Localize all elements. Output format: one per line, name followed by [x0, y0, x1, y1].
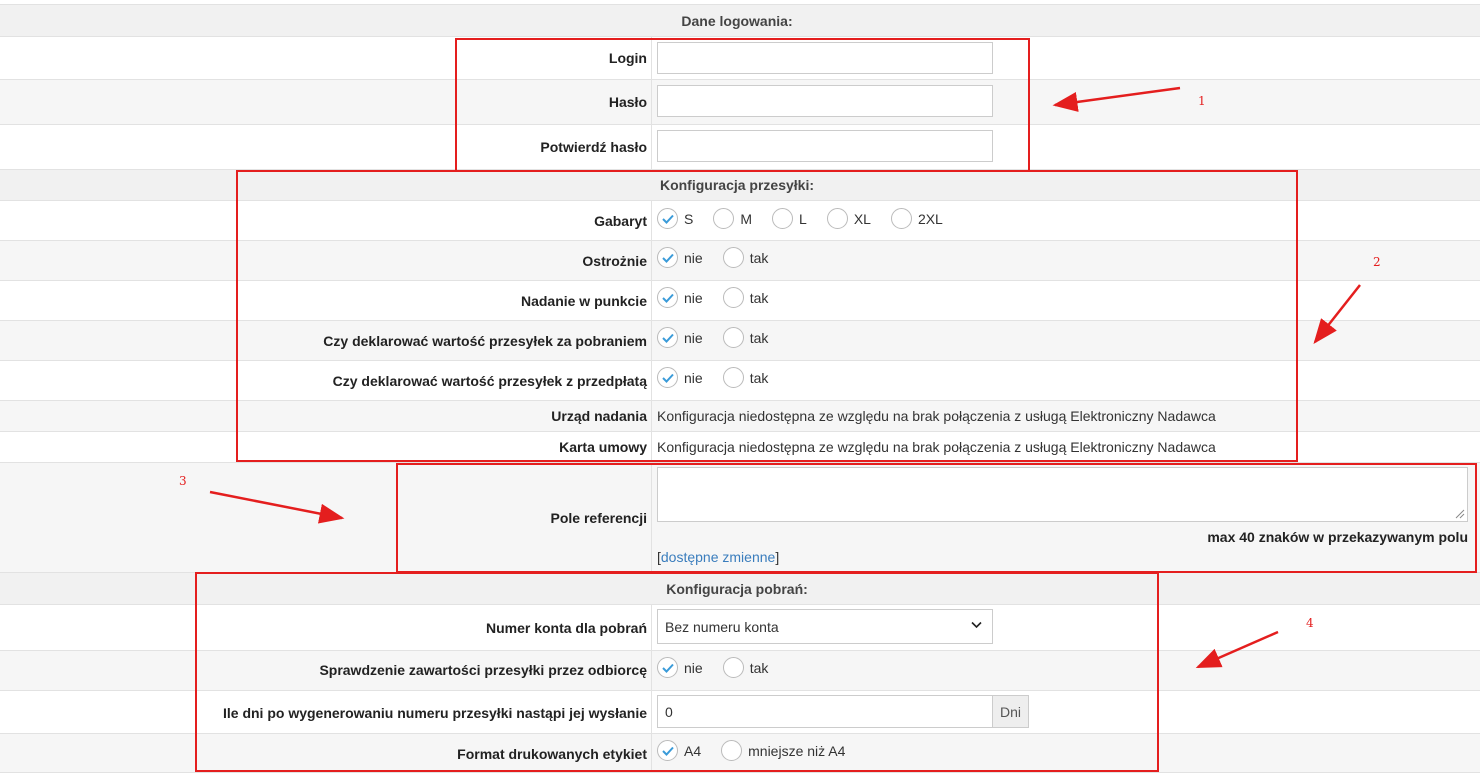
annotation-number-4: 4	[1306, 616, 1314, 630]
arrow-3	[209, 490, 345, 524]
annotation-number-2: 2	[1373, 255, 1381, 269]
annotation-number-3: 3	[179, 474, 187, 488]
annotation-number-1: 1	[1198, 94, 1206, 108]
arrow-4	[1195, 630, 1279, 669]
arrow-2	[1313, 284, 1361, 344]
arrow-1	[1052, 86, 1181, 112]
annotation-arrows	[209, 86, 1361, 669]
